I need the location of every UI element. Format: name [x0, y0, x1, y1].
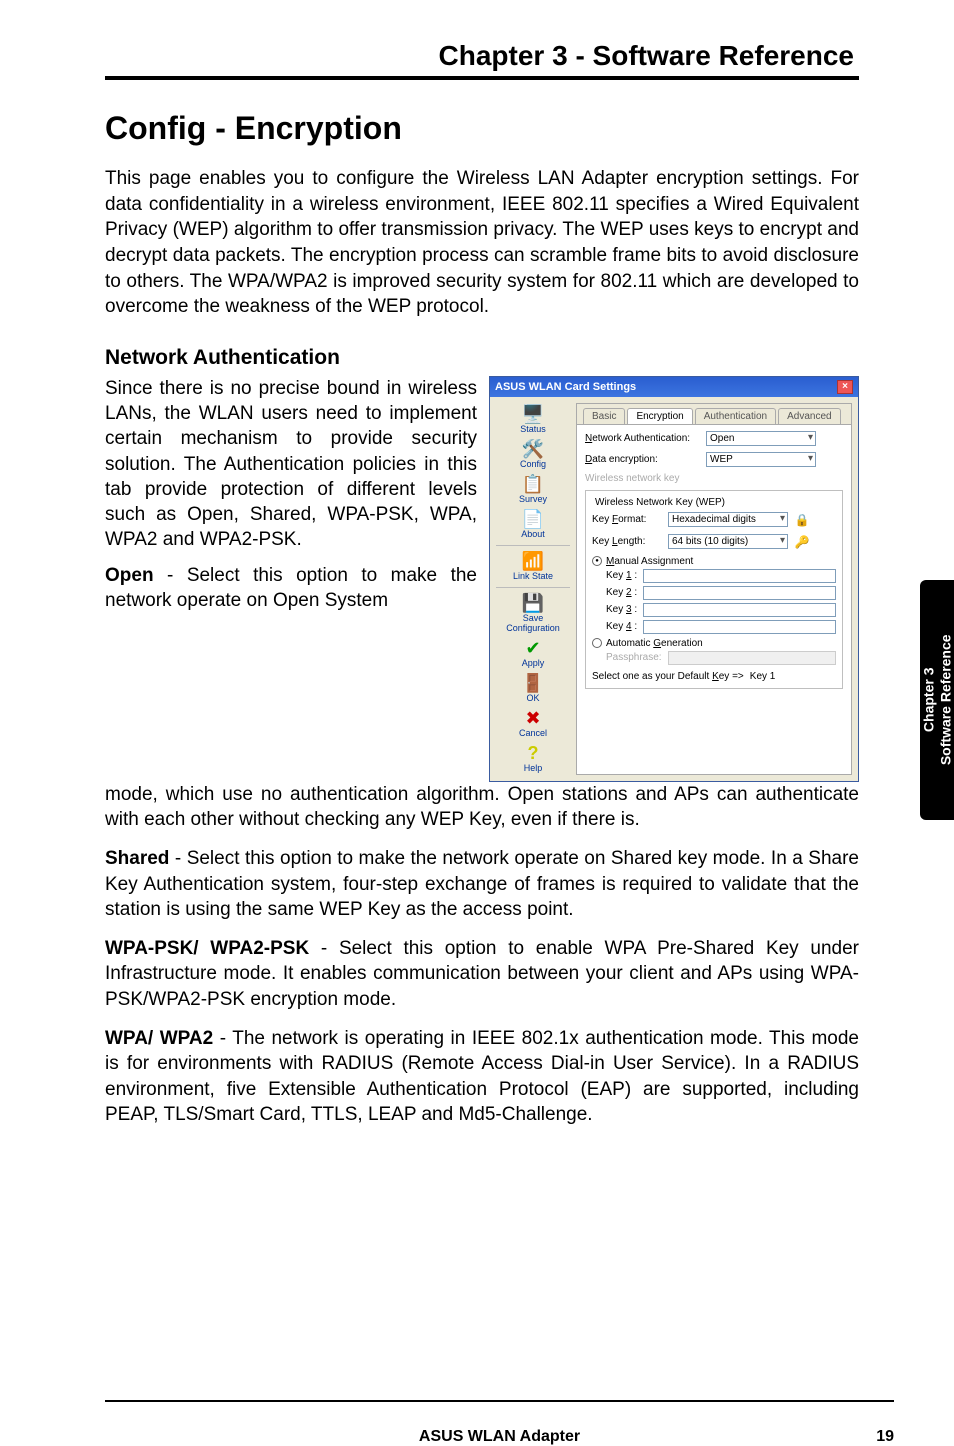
sidebar-label-linkstate: Link State	[513, 571, 553, 581]
sidebar-item-linkstate[interactable]: 📶Link State	[496, 550, 570, 583]
window-main-panel: Basic Encryption Authentication Advanced…	[576, 403, 852, 775]
window-titlebar: ASUS WLAN Card Settings ×	[490, 377, 858, 397]
sidebar-label-status: Status	[520, 424, 546, 434]
shared-paragraph: Shared - Select this option to make the …	[105, 846, 859, 922]
header-rule	[105, 76, 859, 80]
wpa-text: - The network is operating in IEEE 802.1…	[105, 1028, 859, 1125]
shared-text: - Select this option to make the network…	[105, 848, 859, 920]
intro-paragraph: This page enables you to configure the W…	[105, 166, 859, 320]
wpapsk-paragraph: WPA-PSK/ WPA2-PSK - Select this option t…	[105, 936, 859, 1012]
sidebar-label-survey: Survey	[519, 494, 547, 504]
footer-rule	[105, 1400, 894, 1402]
key-format-label: Key Format:	[592, 514, 662, 525]
close-icon[interactable]: ×	[837, 380, 853, 394]
sidebar-label-help: Help	[524, 763, 543, 773]
wpa-label: WPA/ WPA2	[105, 1028, 213, 1049]
wireless-network-key-label: Wireless network key	[585, 473, 700, 484]
wpapsk-label: WPA-PSK/ WPA2-PSK	[105, 938, 309, 959]
status-icon: 🖥️	[522, 405, 544, 423]
key2-label: Key 2 :	[606, 587, 637, 598]
wep-legend: Wireless Network Key (WEP)	[592, 497, 728, 508]
open-option-lead: Open - Select this option to make the ne…	[105, 563, 477, 614]
sidebar-separator	[496, 545, 570, 546]
key-format-select[interactable]: Hexadecimal digits	[668, 512, 788, 527]
key1-input[interactable]	[643, 569, 836, 583]
radio-selected-icon: ●	[592, 556, 602, 566]
side-tab: Chapter 3 Software Reference	[920, 580, 954, 820]
sidebar-label-config: Config	[520, 459, 546, 469]
sidebar-item-help[interactable]: ?Help	[496, 742, 570, 775]
footer-center-text: ASUS WLAN Adapter	[105, 1428, 894, 1446]
select-default-label: Select one as your Default Key =>	[592, 671, 744, 682]
config-icon: 🛠️	[522, 440, 544, 458]
about-icon: 📄	[522, 510, 544, 528]
open-paragraph-continuation: mode, which use no authentication algori…	[105, 782, 859, 833]
shared-label: Shared	[105, 848, 169, 869]
key3-input[interactable]	[643, 603, 836, 617]
section-title-network-auth: Network Authentication	[105, 346, 859, 370]
wpa-paragraph: WPA/ WPA2 - The network is operating in …	[105, 1026, 859, 1127]
automatic-generation-radio[interactable]: ○ Automatic Generation	[592, 638, 836, 649]
radio-unselected-icon: ○	[592, 638, 602, 648]
keys-icon: 🔑	[794, 534, 810, 550]
page-title: Config - Encryption	[105, 110, 859, 147]
tab-encryption[interactable]: Encryption	[627, 408, 692, 424]
sidebar-item-saveconfig[interactable]: 💾Save Configuration	[496, 592, 570, 635]
data-encryption-select[interactable]: WEP	[706, 452, 816, 467]
default-key-select[interactable]: Key 1	[750, 671, 810, 682]
manual-assignment-label: Manual Assignment	[606, 556, 693, 567]
automatic-generation-label: Automatic Generation	[606, 638, 703, 649]
passphrase-label: Passphrase:	[606, 652, 662, 663]
help-icon: ?	[528, 744, 539, 762]
sidebar-item-about[interactable]: 📄About	[496, 508, 570, 541]
sidebar-item-survey[interactable]: 📋Survey	[496, 473, 570, 506]
sidebar-separator-2	[496, 587, 570, 588]
save-icon: 💾	[522, 594, 544, 612]
sidebar-label-saveconfig: Save Configuration	[496, 613, 570, 633]
sidebar-label-ok: OK	[526, 693, 539, 703]
side-tab-chapter: Chapter 3	[920, 635, 937, 766]
window-title-text: ASUS WLAN Card Settings	[495, 381, 636, 393]
cancel-icon: ✖	[525, 709, 540, 727]
wep-fieldset: Wireless Network Key (WEP) Key Format: H…	[585, 490, 843, 689]
open-lead-text: - Select this option to make the network…	[105, 565, 477, 611]
key-length-select[interactable]: 64 bits (10 digits)	[668, 534, 788, 549]
sidebar-label-apply: Apply	[522, 658, 545, 668]
network-auth-paragraph: Since there is no precise bound in wirel…	[105, 376, 477, 553]
apply-icon: ✔	[525, 639, 540, 657]
key2-input[interactable]	[643, 586, 836, 600]
key4-label: Key 4 :	[606, 621, 637, 632]
window-sidebar: 🖥️Status 🛠️Config 📋Survey 📄About 📶Link S…	[496, 403, 570, 775]
survey-icon: 📋	[522, 475, 544, 493]
ok-icon: 🚪	[522, 674, 544, 692]
passphrase-input	[668, 651, 836, 665]
side-tab-subtitle: Software Reference	[937, 635, 954, 766]
network-auth-label: Network Authentication:	[585, 433, 700, 444]
settings-window: ASUS WLAN Card Settings × 🖥️Status 🛠️Con…	[489, 376, 859, 782]
sidebar-item-ok[interactable]: 🚪OK	[496, 672, 570, 705]
tab-basic[interactable]: Basic	[583, 408, 625, 424]
sidebar-item-config[interactable]: 🛠️Config	[496, 438, 570, 471]
linkstate-icon: 📶	[522, 552, 544, 570]
tab-advanced[interactable]: Advanced	[778, 408, 840, 424]
data-encryption-label: Data encryption:	[585, 454, 700, 465]
sidebar-item-cancel[interactable]: ✖Cancel	[496, 707, 570, 740]
open-label: Open	[105, 565, 154, 586]
network-auth-select[interactable]: Open	[706, 431, 816, 446]
sidebar-label-cancel: Cancel	[519, 728, 547, 738]
tabs-row: Basic Encryption Authentication Advanced	[577, 404, 851, 425]
key-length-label: Key Length:	[592, 536, 662, 547]
footer-page-number: 19	[876, 1428, 894, 1446]
key3-label: Key 3 :	[606, 604, 637, 615]
tab-authentication[interactable]: Authentication	[695, 408, 776, 424]
key1-label: Key 1 :	[606, 570, 637, 581]
key4-input[interactable]	[643, 620, 836, 634]
chapter-header: Chapter 3 - Software Reference	[105, 40, 859, 72]
lock-icon: 🔒	[794, 512, 810, 528]
sidebar-label-about: About	[521, 529, 545, 539]
manual-assignment-radio[interactable]: ● Manual Assignment	[592, 556, 836, 567]
sidebar-item-apply[interactable]: ✔Apply	[496, 637, 570, 670]
sidebar-item-status[interactable]: 🖥️Status	[496, 403, 570, 436]
